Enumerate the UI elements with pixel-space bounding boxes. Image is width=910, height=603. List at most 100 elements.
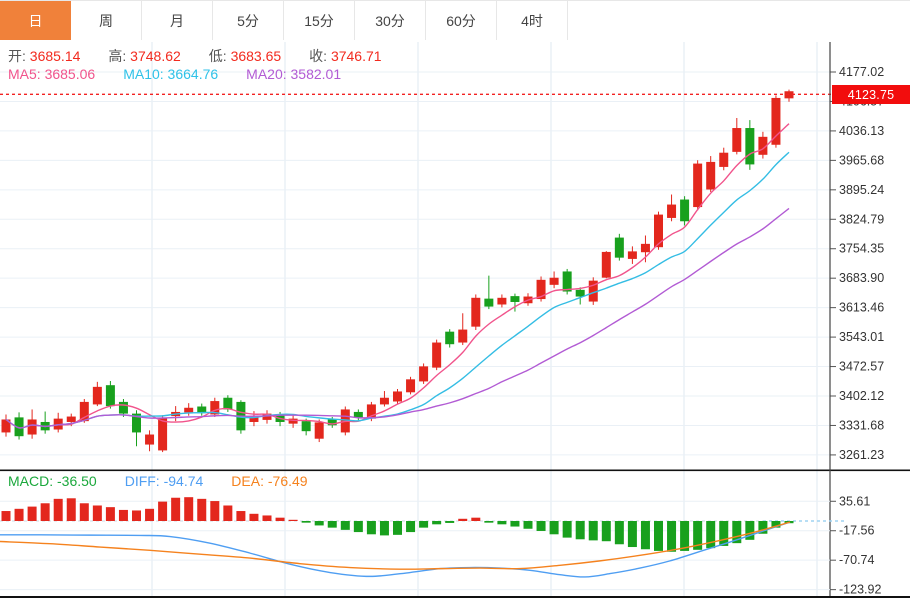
macd-bar <box>458 518 468 521</box>
macd-bar <box>575 521 585 540</box>
macd-bar <box>562 521 572 538</box>
candle-body <box>654 214 663 248</box>
macd-bar <box>627 521 637 548</box>
ohlc-row-item-0: 开: 3685.14 <box>8 48 81 64</box>
y-axis-label: 3543.01 <box>839 330 884 344</box>
candle-body <box>745 128 755 165</box>
macd-bar <box>667 521 677 552</box>
macd-axis-label: -70.74 <box>839 553 874 567</box>
macd-bar <box>601 521 611 542</box>
macd-row-item-2: DEA: -76.49 <box>231 473 308 489</box>
candle-body <box>771 97 781 145</box>
macd-bar <box>301 521 311 523</box>
ohlc-row-item-2: 低: 3683.65 <box>208 48 282 64</box>
macd-bar <box>66 498 76 521</box>
ma10-line <box>5 151 790 429</box>
macd-bar <box>445 521 455 523</box>
candle-body <box>105 385 115 407</box>
candle-body <box>484 298 494 307</box>
candle-body <box>601 251 611 278</box>
candle-body <box>667 204 677 218</box>
macd-bar <box>640 521 650 550</box>
macd-axis-label: -123.92 <box>839 583 881 597</box>
tab-timeframe-3[interactable]: 5分 <box>213 1 284 40</box>
panel-separator <box>0 469 910 472</box>
candle-body <box>432 342 442 368</box>
candle-body <box>419 366 429 382</box>
candle-body <box>223 397 233 410</box>
candle-body <box>393 391 402 402</box>
macd-bar <box>419 521 429 528</box>
macd-bar <box>158 501 168 521</box>
macd-bar <box>379 521 389 536</box>
macd-bar <box>406 521 416 533</box>
macd-bar <box>510 521 520 527</box>
macd-bar <box>288 519 298 521</box>
candle-body <box>27 419 37 435</box>
candle-body <box>640 243 650 253</box>
macd-bar <box>523 521 533 529</box>
tab-timeframe-6[interactable]: 60分 <box>426 1 497 40</box>
tab-timeframe-4[interactable]: 15分 <box>284 1 355 40</box>
macd-axis-label: -17.56 <box>839 524 874 538</box>
tab-timeframe-5[interactable]: 30分 <box>355 1 426 40</box>
macd-row-item-1: DIFF: -94.74 <box>124 473 204 489</box>
candle-body <box>158 417 168 451</box>
macd-bar <box>654 521 663 551</box>
candle-body <box>184 407 194 413</box>
y-axis-label: 4177.02 <box>839 65 884 79</box>
candle-body <box>314 422 324 439</box>
tab-timeframe-2[interactable]: 月 <box>142 1 213 40</box>
candle-body <box>562 271 572 292</box>
tab-timeframe-0[interactable]: 日 <box>0 1 71 40</box>
macd-bar <box>680 521 690 551</box>
y-axis-label: 4036.13 <box>839 124 884 138</box>
macd-bar <box>314 521 324 526</box>
macd-bar <box>14 508 24 521</box>
tab-timeframe-1[interactable]: 周 <box>71 1 142 40</box>
candle-body <box>66 416 76 422</box>
macd-bar <box>79 503 89 521</box>
current-price-tag: 4123.75 <box>832 85 910 104</box>
macd-bar <box>706 521 716 549</box>
ma-readout: MA5: 3685.06 MA10: 3664.76 MA20: 3582.01 <box>8 66 369 82</box>
candle-body <box>732 128 742 152</box>
macd-bar <box>549 521 559 535</box>
macd-bar <box>1 511 11 521</box>
candle-body <box>693 163 703 208</box>
y-axis-label: 3683.90 <box>839 271 884 285</box>
macd-bar <box>171 497 181 521</box>
macd-bar <box>340 521 350 530</box>
macd-bar <box>145 508 155 521</box>
ohlc-row-item-3: 收: 3746.71 <box>309 48 382 64</box>
y-axis-label: 3895.24 <box>839 183 884 197</box>
y-axis-label: 3331.68 <box>839 418 884 432</box>
macd-row-item-0: MACD: -36.50 <box>8 473 97 489</box>
macd-bar <box>588 521 598 541</box>
ma-row-item-0: MA5: 3685.06 <box>8 66 96 82</box>
candle-body <box>406 379 416 393</box>
macd-bar <box>40 503 50 521</box>
macd-bar <box>105 507 115 521</box>
candle-body <box>79 401 89 422</box>
macd-bar <box>719 521 729 546</box>
y-axis-label: 3472.57 <box>839 360 884 374</box>
candle-body <box>379 397 389 405</box>
macd-bar <box>393 521 402 535</box>
candle-body <box>445 331 455 345</box>
chart-plot-area[interactable]: 4177.024106.574036.133965.683895.243824.… <box>0 40 910 603</box>
ohlc-readout: 开: 3685.14 高: 3748.62 低: 3683.65 收: 3746.71 <box>8 46 410 66</box>
macd-bar <box>249 513 259 521</box>
macd-bar <box>118 509 128 521</box>
macd-bar <box>197 498 207 521</box>
macd-bar <box>275 517 285 521</box>
candle-body <box>627 251 637 259</box>
candle-body <box>92 386 102 405</box>
candle-body <box>575 289 585 297</box>
tab-timeframe-7[interactable]: 4时 <box>497 1 568 40</box>
macd-axis-label: 35.61 <box>839 494 870 508</box>
candle-body <box>497 297 507 305</box>
candle-body <box>301 421 311 432</box>
ohlc-row-item-1: 高: 3748.62 <box>108 48 181 64</box>
candle-body <box>614 237 624 258</box>
